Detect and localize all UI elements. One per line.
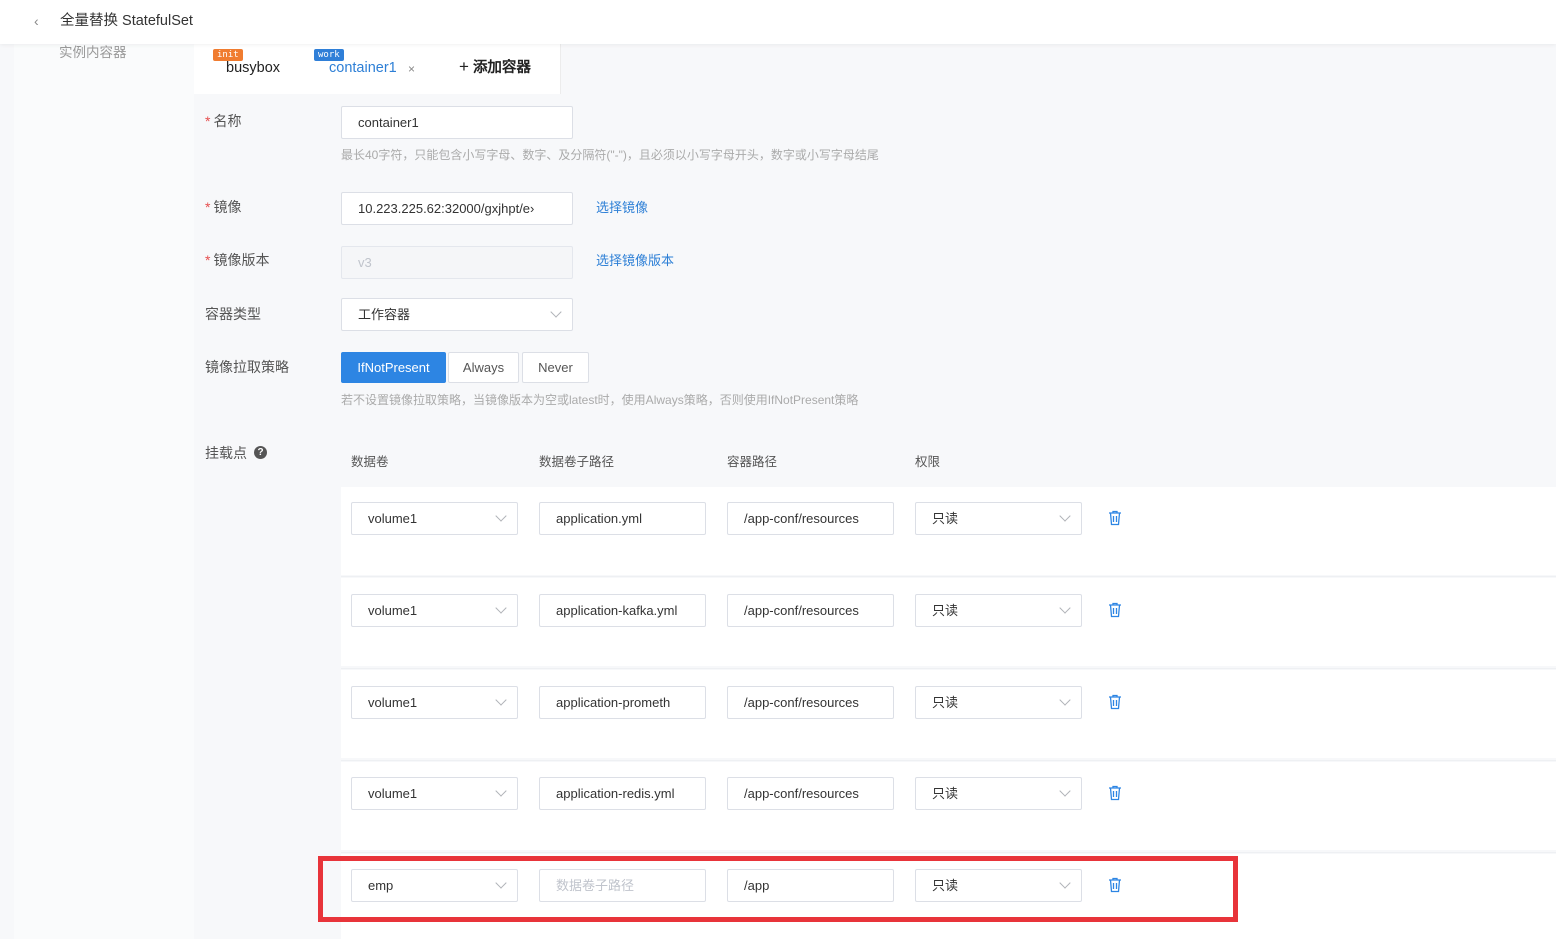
select-image-version-link[interactable]: 选择镜像版本 [596, 251, 674, 271]
col-volume: 数据卷 [351, 455, 389, 469]
chevron-down-icon [1059, 785, 1071, 797]
pull-policy-hint: 若不设置镜像拉取策略，当镜像版本为空或latest时，使用Always策略，否则… [341, 393, 859, 407]
volume-select[interactable]: volume1 [351, 594, 518, 627]
volume-select[interactable]: volume1 [351, 502, 518, 535]
name-label: * 名称 [205, 113, 242, 129]
container-path-input[interactable]: /app-conf/resources [727, 594, 894, 627]
row-divider [341, 760, 1556, 761]
image-version-label: * 镜像版本 [205, 252, 270, 268]
row-divider [341, 576, 1556, 577]
volume-select[interactable]: volume1 [351, 777, 518, 810]
sub-path-input[interactable]: application-redis.yml [539, 777, 706, 810]
row-divider [341, 668, 1556, 669]
sub-path-input[interactable]: application.yml [539, 502, 706, 535]
left-edge [0, 44, 14, 939]
container-path-input[interactable]: /app-conf/resources [727, 686, 894, 719]
chevron-down-icon [495, 694, 507, 706]
volume-select[interactable]: volume1 [351, 686, 518, 719]
chevron-down-icon [1059, 510, 1071, 522]
permission-select[interactable]: 只读 [915, 594, 1082, 627]
page-header: ‹ 全量替换 StatefulSet [0, 0, 1556, 44]
tab-busybox[interactable]: busybox [226, 58, 280, 78]
chevron-down-icon [495, 510, 507, 522]
container-type-label: 容器类型 [205, 306, 261, 322]
image-label: * 镜像 [205, 199, 242, 215]
chevron-down-icon [1059, 694, 1071, 706]
row-divider [341, 852, 1556, 853]
plus-icon: + [459, 57, 469, 76]
tab-container1[interactable]: container1 [329, 58, 397, 78]
delete-trash-icon[interactable] [1108, 785, 1122, 801]
col-sub-path: 数据卷子路径 [539, 455, 615, 469]
mounts-label: 挂载点 [205, 445, 247, 461]
chevron-down-icon [495, 602, 507, 614]
help-icon[interactable]: ? [254, 446, 267, 459]
delete-trash-icon[interactable] [1108, 694, 1122, 710]
left-panel [14, 44, 194, 939]
pull-policy-ifnotpresent[interactable]: IfNotPresent [341, 352, 446, 383]
col-container-path: 容器路径 [727, 455, 778, 469]
back-arrow-icon[interactable]: ‹ [34, 11, 50, 31]
chevron-down-icon [550, 306, 562, 318]
chevron-down-icon [1059, 602, 1071, 614]
permission-select[interactable]: 只读 [915, 502, 1082, 535]
container-path-input[interactable]: /app-conf/resources [727, 777, 894, 810]
delete-trash-icon[interactable] [1108, 510, 1122, 526]
sub-path-input[interactable]: application-kafka.yml [539, 594, 706, 627]
image-version-input[interactable]: v3 [341, 246, 573, 279]
name-input[interactable]: container1 [341, 106, 573, 139]
name-hint: 最长40字符，只能包含小写字母、数字、及分隔符("-")，且必须以小写字母开头，… [341, 148, 879, 162]
image-input[interactable]: 10.223.225.62:32000/gxjhpt/e› [341, 192, 573, 225]
col-permission: 权限 [915, 455, 941, 469]
container-path-input[interactable]: /app-conf/resources [727, 502, 894, 535]
page-title: 全量替换 StatefulSet [60, 13, 193, 29]
chevron-down-icon [495, 785, 507, 797]
container-type-select[interactable]: 工作容器 [341, 298, 573, 331]
permission-select[interactable]: 只读 [915, 686, 1082, 719]
pull-policy-always[interactable]: Always [448, 352, 519, 383]
tab-close-icon[interactable]: × [408, 62, 415, 76]
add-container-button[interactable]: + 添加容器 [459, 57, 531, 78]
left-nav-item[interactable]: 实例内容器 [59, 43, 127, 63]
sub-path-input[interactable]: application-prometh [539, 686, 706, 719]
permission-select[interactable]: 只读 [915, 777, 1082, 810]
select-image-link[interactable]: 选择镜像 [596, 198, 648, 218]
pull-policy-label: 镜像拉取策略 [205, 359, 289, 375]
pull-policy-never[interactable]: Never [522, 352, 589, 383]
delete-trash-icon[interactable] [1108, 602, 1122, 618]
highlight-box [318, 856, 1238, 922]
